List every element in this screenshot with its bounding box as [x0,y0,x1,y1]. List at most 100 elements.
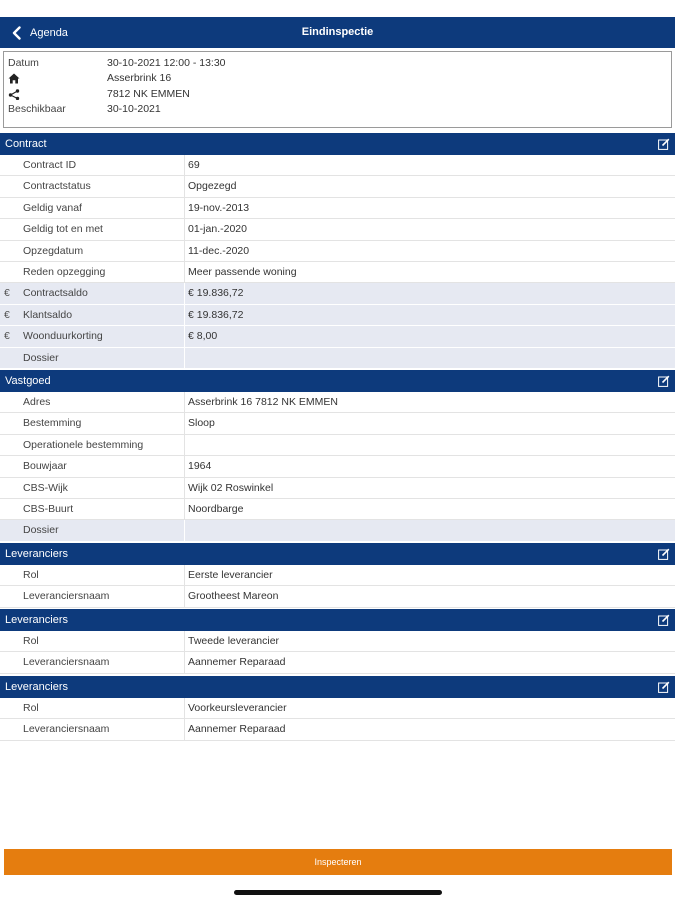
postal-value: 7812 NK EMMEN [107,88,190,100]
beschikbaar-value: 30-10-2021 [107,103,161,115]
table-row[interactable]: Contractsaldo € € 19.836,72 [0,283,675,305]
row-label: Geldig vanaf [0,197,185,219]
leveranciers-section-1: Leveranciers Rol Eerste leverancier Leve… [0,543,675,608]
row-label: Dossier [0,347,185,368]
leveranciers-section-2: Leveranciers Rol Tweede leverancier Leve… [0,609,675,674]
row-value: Voorkeursleverancier [188,702,287,714]
row-value: Tweede leverancier [188,635,280,647]
table-row: Geldig tot en met 01-jan.-2020 [0,219,675,241]
row-value: Opgezegd [188,180,237,193]
row-value: 11-dec.-2020 [188,244,250,257]
row-label: Woonduurkorting [0,326,185,347]
table-row: Rol Tweede leverancier [0,631,675,653]
contract-section: Contract Contract ID 69 Contractstatus O… [0,133,675,369]
row-value: 69 [188,159,200,171]
table-row: CBS-Buurt Noordbarge [0,498,675,521]
page-title: Eindinspectie [301,26,374,38]
euro-icon: € [4,287,10,300]
edit-icon[interactable] [658,375,670,387]
row-value: Noordbarge [188,502,244,515]
edit-icon[interactable] [658,681,670,693]
datum-value: 30-10-2021 12:00 - 13:30 [107,57,226,69]
inspecteren-button[interactable]: Inspecteren [4,849,672,875]
row-value: Eerste leverancier [188,569,273,581]
beschikbaar-label: Beschikbaar [8,103,66,115]
table-row: Contractstatus Opgezegd [0,176,675,198]
row-value: 1964 [188,460,212,473]
row-value: Asserbrink 16 7812 NK EMMEN [188,396,338,408]
edit-icon[interactable] [658,138,670,150]
table-row: Contract ID 69 [0,155,675,177]
euro-icon: € [4,308,10,321]
row-label: Leveranciersnaam [0,586,185,607]
section-title: Leveranciers [5,681,68,693]
section-title: Contract [5,138,47,150]
edit-icon[interactable] [658,614,670,626]
row-value: 01-jan.-2020 [188,223,247,236]
row-label: Opzegdatum [0,240,185,261]
euro-icon: € [4,330,10,343]
table-row: Leveranciersnaam Aannemer Reparaad [0,652,675,674]
vastgoed-section: Vastgoed Adres Asserbrink 16 7812 NK EMM… [0,370,675,542]
row-label: Rol [0,698,185,719]
table-row: Opzegdatum 11-dec.-2020 [0,240,675,262]
leveranciers-header: Leveranciers [0,676,675,698]
table-row: Operationele bestemming [0,434,675,457]
row-value: Grootheest Mareon [188,590,279,603]
row-label: Rol [0,631,185,652]
row-label: CBS-Buurt [0,498,185,520]
section-title: Leveranciers [5,614,68,626]
row-value: Wijk 02 Roswinkel [188,481,274,494]
table-row[interactable]: Klantsaldo € € 19.836,72 [0,304,675,327]
table-row: Reden opzegging Meer passende woning [0,261,675,284]
row-label: Leveranciersnaam [0,652,185,673]
row-label: Bouwjaar [0,456,185,477]
row-label: Reden opzegging [0,261,185,283]
info-row-beschikbaar: Beschikbaar 30-10-2021 [4,102,671,117]
row-value: € 19.836,72 [188,287,244,300]
row-value: € 8,00 [188,330,218,343]
section-title: Vastgoed [5,375,51,387]
nav-bar: Agenda Eindinspectie [0,17,675,48]
table-row: Leveranciersnaam Grootheest Mareon [0,586,675,608]
row-value: Meer passende woning [188,265,297,278]
home-indicator[interactable] [234,890,442,895]
dossier-row[interactable]: Dossier [0,347,675,369]
row-label: Leveranciersnaam [0,719,185,740]
row-label: CBS-Wijk [0,477,185,498]
row-label: Operationele bestemming [0,434,185,456]
row-label: Contractsaldo [0,283,185,304]
table-row[interactable]: Woonduurkorting € € 8,00 [0,326,675,348]
datum-label: Datum [8,57,39,69]
dossier-row[interactable]: Dossier [0,520,675,542]
section-title: Leveranciers [5,548,68,560]
row-label: Geldig tot en met [0,219,185,240]
table-row: Geldig vanaf 19-nov.-2013 [0,197,675,220]
table-row: Rol Eerste leverancier [0,565,675,587]
info-row-postal: 7812 NK EMMEN [4,87,671,102]
appointment-info: Datum 30-10-2021 12:00 - 13:30 Asserbrin… [3,51,672,128]
share-icon [8,89,20,100]
table-row: Rol Voorkeursleverancier [0,698,675,720]
address-value: Asserbrink 16 [107,72,172,84]
row-value: Sloop [188,417,215,430]
row-value: € 19.836,72 [188,308,244,321]
table-row: Leveranciersnaam Aannemer Reparaad [0,719,675,741]
row-value: Aannemer Reparaad [188,656,286,669]
leveranciers-section-3: Leveranciers Rol Voorkeursleverancier Le… [0,676,675,741]
contract-header: Contract [0,133,675,155]
row-label: Contractstatus [0,176,185,197]
edit-icon[interactable] [658,548,670,560]
row-label: Bestemming [0,413,185,434]
table-row: Bouwjaar 1964 [0,456,675,478]
vastgoed-header: Vastgoed [0,370,675,392]
table-row: Bestemming Sloop [0,413,675,435]
row-value: Aannemer Reparaad [188,723,286,736]
info-row-address: Asserbrink 16 [4,71,671,86]
row-label: Adres [0,392,185,413]
row-label: Dossier [0,520,185,541]
row-label: Contract ID [0,155,185,176]
table-row: Adres Asserbrink 16 7812 NK EMMEN [0,392,675,414]
row-value: 19-nov.-2013 [188,201,250,214]
row-label: Rol [0,565,185,586]
